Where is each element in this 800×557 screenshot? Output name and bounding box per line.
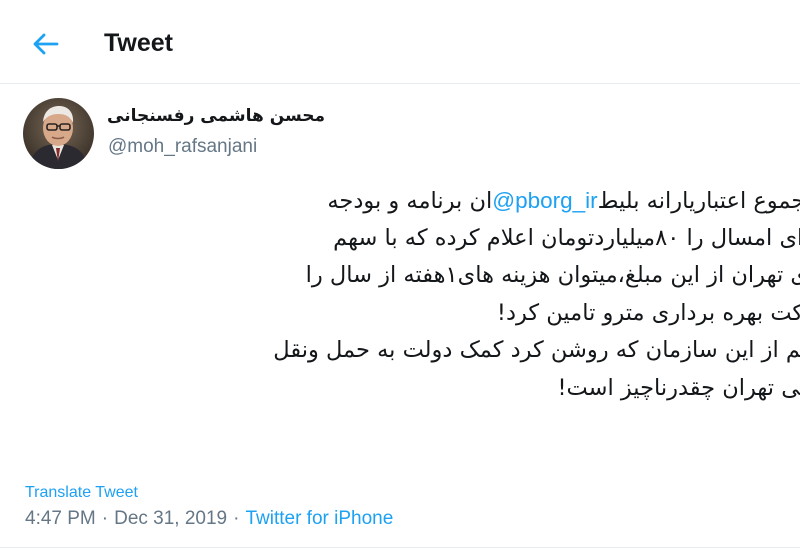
avatar-image [23,98,94,169]
tweet-time[interactable]: 4:47 PM [25,508,96,529]
author-handle[interactable]: @moh_rafsanjani [108,136,257,158]
author-display-name[interactable]: محسن هاشمی رفسنجانی [107,106,325,126]
avatar[interactable] [23,98,94,169]
tweet-metadata: 4:47 PM · Dec 31, 2019 · Twitter for iPhone [25,508,393,530]
tweet-line: برای امسال را ۸۰میلیاردتومان اعلام کرده … [333,224,800,251]
arrow-left-icon [33,33,59,55]
divider [0,547,800,548]
header-bar: Tweet [0,0,800,84]
tweet-line: مجموع اعتباریارانه بلیط@pborg_irان برنام… [0,182,800,220]
tweet-text-segment: ان برنامه و بودجه [327,188,493,214]
tweet-text: مجموع اعتباریارانه بلیط@pborg_irان برنام… [0,182,800,462]
tweet-line: ونم از این سازمان که روشن کرد کمک دولت ب… [273,337,800,363]
back-button[interactable] [28,26,64,62]
tweet-detail-page: Tweet محسن هاشمی رفسنجانی @moh_rafsanjan… [0,0,800,557]
tweet-line: می تهران چقدرناچیز است! [557,374,800,401]
translate-tweet-link[interactable]: Translate Tweet [25,484,138,502]
tweet-line: رکت بهره برداری مترو تامین کرد! [496,299,800,326]
page-title: Tweet [104,29,173,57]
tweet-source-link[interactable]: Twitter for iPhone [245,508,393,529]
separator-dot: · [233,508,240,529]
separator-dot: · [101,508,109,529]
tweet-date[interactable]: Dec 31, 2019 [114,508,227,529]
mention-link[interactable]: @pborg_ir [492,182,597,220]
tweet-text-segment: مجموع اعتباریارانه بلیط [597,188,800,214]
tweet-line: ی تهران از این مبلغ،میتوان هزینه های۱هفت… [305,262,800,288]
